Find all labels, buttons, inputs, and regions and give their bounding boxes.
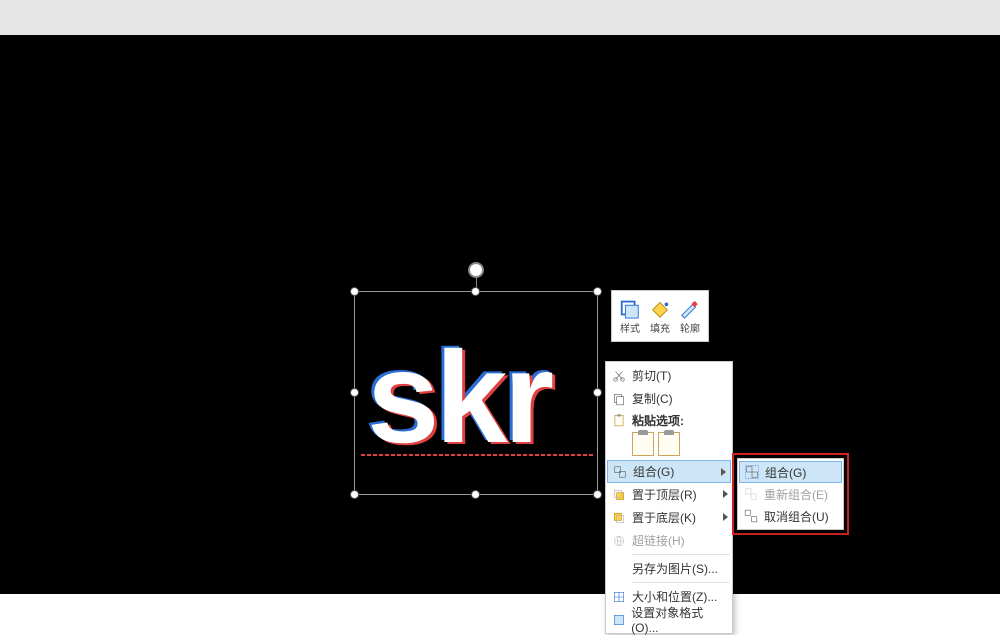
copy-icon (610, 390, 628, 408)
menu-separator (632, 554, 730, 555)
submenu-arrow-icon (723, 490, 728, 498)
paste-options (606, 430, 732, 460)
app-topbar (0, 0, 1000, 35)
format-object-icon (610, 611, 627, 629)
style-label: 样式 (620, 320, 640, 335)
style-button[interactable]: 样式 (615, 294, 645, 338)
menu-bring-front-label: 置于顶层(R) (632, 486, 697, 503)
submenu-group[interactable]: 组合(G) (739, 461, 842, 483)
menu-hyperlink-label: 超链接(H) (632, 532, 685, 549)
submenu-group-label: 组合(G) (765, 464, 806, 481)
menu-size-position-label: 大小和位置(Z)... (632, 588, 717, 605)
menu-paste-label: 粘贴选项: (632, 412, 684, 429)
size-position-icon (610, 588, 628, 606)
group-submenu: 组合(G) 重新组合(E) 取消组合(U) (737, 458, 844, 530)
menu-paste-label-row: 粘贴选项: (606, 410, 732, 430)
resize-handle-mr[interactable] (593, 388, 602, 397)
send-back-icon (610, 509, 628, 527)
submenu-regroup[interactable]: 重新组合(E) (738, 483, 843, 505)
menu-format-object-label: 设置对象格式(O)... (631, 604, 726, 635)
menu-format-object[interactable]: 设置对象格式(O)... (606, 608, 732, 631)
paste-option-1[interactable] (632, 432, 654, 456)
submenu-arrow-icon (721, 468, 726, 476)
regroup-icon (742, 485, 760, 503)
resize-handle-tm[interactable] (471, 287, 480, 296)
fill-icon (649, 297, 671, 319)
menu-send-back[interactable]: 置于底层(K) (606, 506, 732, 529)
rotation-handle[interactable] (468, 262, 484, 278)
resize-handle-br[interactable] (593, 490, 602, 499)
menu-copy-label: 复制(C) (632, 390, 673, 407)
menu-cut[interactable]: 剪切(T) (606, 364, 732, 387)
skr-text[interactable]: skr skr skr (367, 332, 550, 462)
menu-group-label: 组合(G) (633, 463, 674, 480)
paste-icon (610, 411, 628, 429)
selection-box[interactable]: skr skr skr (354, 291, 598, 495)
style-icon (619, 297, 641, 319)
mini-toolbar: 样式 填充 轮廓 (611, 290, 709, 342)
context-menu: 剪切(T) 复制(C) 粘贴选项: 组合(G) (605, 361, 733, 634)
blank-icon (610, 560, 628, 578)
group-icon (611, 463, 629, 481)
paste-option-2[interactable] (658, 432, 680, 456)
menu-copy[interactable]: 复制(C) (606, 387, 732, 410)
menu-bring-front[interactable]: 置于顶层(R) (606, 483, 732, 506)
cut-icon (610, 367, 628, 385)
resize-handle-bl[interactable] (350, 490, 359, 499)
outline-button[interactable]: 轮廓 (675, 294, 705, 338)
group-icon (743, 463, 761, 481)
resize-handle-tl[interactable] (350, 287, 359, 296)
submenu-ungroup-label: 取消组合(U) (764, 508, 829, 525)
menu-cut-label: 剪切(T) (632, 367, 671, 384)
resize-handle-tr[interactable] (593, 287, 602, 296)
ungroup-icon (742, 507, 760, 525)
menu-hyperlink[interactable]: 超链接(H) (606, 529, 732, 552)
submenu-arrow-icon (723, 513, 728, 521)
spellcheck-underline (361, 454, 593, 456)
menu-save-as-pic[interactable]: 另存为图片(S)... (606, 557, 732, 580)
menu-group[interactable]: 组合(G) (607, 460, 731, 483)
fill-button[interactable]: 填充 (645, 294, 675, 338)
bring-front-icon (610, 486, 628, 504)
resize-handle-ml[interactable] (350, 388, 359, 397)
menu-send-back-label: 置于底层(K) (632, 509, 696, 526)
resize-handle-bm[interactable] (471, 490, 480, 499)
submenu-ungroup[interactable]: 取消组合(U) (738, 505, 843, 527)
menu-save-as-pic-label: 另存为图片(S)... (632, 560, 718, 577)
fill-label: 填充 (650, 320, 670, 335)
submenu-regroup-label: 重新组合(E) (764, 486, 828, 503)
skr-white-layer: skr (367, 324, 550, 470)
outline-label: 轮廓 (680, 320, 700, 335)
menu-separator (632, 582, 730, 583)
outline-icon (679, 297, 701, 319)
hyperlink-icon (610, 532, 628, 550)
submenu-highlight-box: 组合(G) 重新组合(E) 取消组合(U) (732, 453, 849, 535)
slide-canvas[interactable]: skr skr skr 样式 填充 轮廓 (0, 35, 1000, 594)
